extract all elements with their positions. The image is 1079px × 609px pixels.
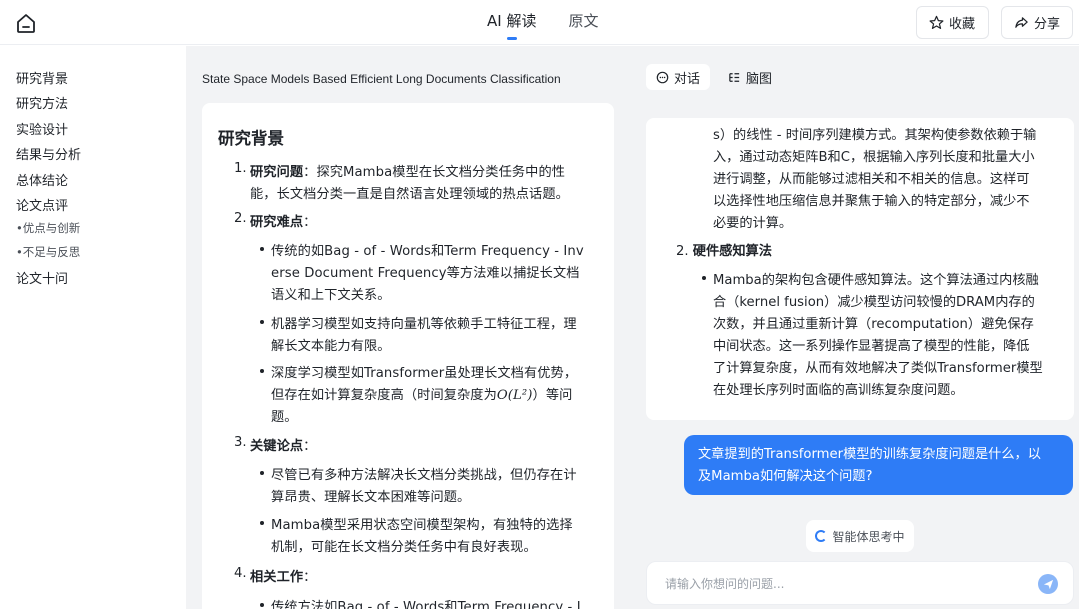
interpretation-card: 研究背景 1. 研究问题：探究Mamba模型在长文档分类任务中的性 能，长文档分… bbox=[202, 103, 614, 609]
outline-item-results[interactable]: 结果与分析 bbox=[16, 144, 81, 163]
text-line: 次数，并且通过重新计算（recomputation）避免保存 bbox=[713, 317, 1034, 332]
list-number: 3. bbox=[234, 435, 247, 450]
text-line: 题。 bbox=[271, 410, 298, 425]
home-icon[interactable] bbox=[15, 12, 37, 34]
thinking-indicator: 智能体思考中 bbox=[806, 520, 914, 552]
list-number: 4. bbox=[234, 566, 247, 581]
bullet-dot bbox=[260, 320, 264, 324]
text-line: 了计算复杂度，从而有效地解决了类似Transformer模型 bbox=[713, 361, 1043, 376]
complexity-formula: O(L²) bbox=[496, 388, 533, 403]
colon: ： bbox=[303, 215, 317, 230]
text-line: 传统方法如Bag - of - Words和Term Frequency - I bbox=[271, 600, 581, 609]
paper-title: State Space Models Based Efficient Long … bbox=[202, 72, 561, 86]
list-item: 关键论点： bbox=[250, 435, 316, 454]
text-line: 以选择性地压缩信息并聚焦于输入的特定部分，减少不 bbox=[713, 194, 1030, 209]
text-line: 必要的计算。 bbox=[713, 216, 793, 231]
tab-dialog-label: 对话 bbox=[674, 71, 701, 87]
colon: ： bbox=[303, 570, 317, 585]
list-number: 1. bbox=[234, 161, 247, 176]
list-item: 相关工作： bbox=[250, 566, 316, 585]
heading-number: 2. bbox=[676, 244, 689, 259]
item-heading: 相关工作 bbox=[250, 570, 304, 585]
tab-original[interactable]: 原文 bbox=[568, 10, 598, 38]
tab-ai-interpretation[interactable]: AI 解读 bbox=[487, 10, 536, 40]
item-text: 探究Mamba模型在长文档分类任务中的性 bbox=[316, 165, 566, 180]
text-line: 进行调整，从而能够过滤相关和不相关的信息。这样可 bbox=[713, 172, 1030, 187]
text-line: 在处理长序列时面临的高训练复杂度问题。 bbox=[713, 383, 964, 398]
star-icon bbox=[929, 15, 944, 30]
list-item: 研究问题：探究Mamba模型在长文档分类任务中的性 bbox=[250, 161, 565, 180]
item-heading: 研究问题 bbox=[250, 165, 304, 180]
tab-dialog[interactable]: 对话 bbox=[646, 64, 711, 90]
ai-answer-card: s）的线性 - 时间序列建模方式。其架构使参数依赖于输 入，通过动态矩阵B和C，… bbox=[646, 118, 1074, 420]
text-line: 中间状态。这一系列操作显著提高了模型的性能，降低 bbox=[713, 339, 1030, 354]
list-number: 2. bbox=[234, 211, 247, 226]
favorite-button[interactable]: 收藏 bbox=[916, 6, 989, 39]
question-input-box bbox=[646, 561, 1074, 605]
tab-mindmap-label: 脑图 bbox=[746, 71, 773, 87]
tab-mindmap[interactable]: 脑图 bbox=[718, 64, 782, 90]
item-heading: 关键论点 bbox=[250, 439, 304, 454]
outline-sidebar: 研究背景 研究方法 实验设计 结果与分析 总体结论 论文点评 •优点与创新 •不… bbox=[0, 46, 186, 609]
outline-subitem-strengths[interactable]: •优点与创新 bbox=[16, 220, 80, 236]
text-segment: 但存在如计算复杂度高（时间复杂度为 bbox=[271, 388, 497, 403]
list-item: 研究难点： bbox=[250, 211, 316, 230]
question-line: 文章提到的Transformer模型的训练复杂度问题是什么，以 bbox=[698, 447, 1041, 462]
top-bar: AI 解读 原文 收藏 分享 bbox=[0, 0, 1079, 45]
text-line: 深度学习模型如Transformer虽处理长文档有优势， bbox=[271, 366, 578, 381]
outline-item-background[interactable]: 研究背景 bbox=[16, 68, 68, 87]
bullet-dot bbox=[260, 521, 264, 525]
colon: ： bbox=[303, 439, 317, 454]
text-line: 传统的如Bag - of - Words和Term Frequency - In… bbox=[271, 244, 584, 259]
bullet-dot bbox=[260, 471, 264, 475]
outline-subitem-weaknesses[interactable]: •不足与反思 bbox=[16, 244, 80, 260]
text-line: 合（kernel fusion）减少模型访问较慢的DRAM内存的 bbox=[713, 295, 1035, 310]
spinner-icon bbox=[815, 530, 828, 542]
section-title: 研究背景 bbox=[218, 129, 284, 148]
send-icon bbox=[1043, 579, 1053, 589]
mindmap-icon bbox=[729, 72, 740, 82]
favorite-label: 收藏 bbox=[949, 17, 976, 32]
share-label: 分享 bbox=[1034, 17, 1061, 32]
text-line: 能，长文档分类一直是自然语言处理领域的热点话题。 bbox=[250, 187, 569, 202]
text-line: 但存在如计算复杂度高（时间复杂度为O(L²)）等问 bbox=[271, 384, 572, 403]
share-icon bbox=[1015, 17, 1028, 28]
outline-item-review[interactable]: 论文点评 bbox=[16, 195, 68, 214]
content-panel: State Space Models Based Efficient Long … bbox=[186, 46, 630, 609]
text-line: 机制，可能在长文档分类任务中有良好表现。 bbox=[271, 540, 537, 555]
outline-item-conclusion[interactable]: 总体结论 bbox=[16, 170, 68, 189]
text-segment: ）等问 bbox=[532, 388, 573, 403]
bullet-dot bbox=[702, 276, 706, 280]
share-button[interactable]: 分享 bbox=[1001, 6, 1073, 39]
bullet-dot bbox=[260, 247, 264, 251]
question-line: 及Mamba如何解决这个问题? bbox=[698, 469, 873, 484]
text-line: 算昂贵、理解长文本困难等问题。 bbox=[271, 490, 471, 505]
item-heading: 研究难点 bbox=[250, 215, 304, 230]
thinking-label: 智能体思考中 bbox=[832, 529, 905, 544]
heading-text: 硬件感知算法 bbox=[692, 244, 772, 259]
text-line: 解长文本能力有限。 bbox=[271, 339, 391, 354]
outline-item-experiment[interactable]: 实验设计 bbox=[16, 119, 68, 138]
colon: ： bbox=[303, 165, 317, 180]
text-line: s）的线性 - 时间序列建模方式。其架构使参数依赖于输 bbox=[713, 128, 1037, 143]
bullet-dot bbox=[260, 369, 264, 373]
text-line: 尽管已有多种方法解决长文档分类挑战，但仍存在计 bbox=[271, 468, 577, 483]
text-line: erse Document Frequency等方法难以捕捉长文档 bbox=[271, 266, 580, 281]
text-line: 语义和上下文关系。 bbox=[271, 288, 391, 303]
text-line: 入，通过动态矩阵B和C，根据输入序列长度和批量大小 bbox=[713, 150, 1035, 165]
text-line: Mamba模型采用状态空间模型架构，有独特的选择 bbox=[271, 518, 573, 533]
answer-heading: 2. 硬件感知算法 bbox=[676, 240, 772, 259]
question-input[interactable] bbox=[665, 574, 1015, 594]
view-tabs: AI 解读 原文 bbox=[487, 10, 598, 40]
bullet-dot bbox=[260, 603, 264, 607]
send-button[interactable] bbox=[1038, 574, 1058, 594]
outline-item-method[interactable]: 研究方法 bbox=[16, 93, 68, 112]
user-question-bubble: 文章提到的Transformer模型的训练复杂度问题是什么，以 及Mamba如何… bbox=[684, 435, 1073, 495]
chat-panel: 对话 脑图 s）的线性 - 时间序列建模方式。其架构使参数依赖于输 入，通过动态… bbox=[630, 46, 1079, 609]
text-line: Mamba的架构包含硬件感知算法。这个算法通过内核融 bbox=[713, 273, 1039, 288]
text-line: 机器学习模型如支持向量机等依赖手工特征工程，理 bbox=[271, 317, 577, 332]
outline-item-ten-questions[interactable]: 论文十问 bbox=[16, 268, 68, 287]
chat-icon bbox=[656, 71, 669, 83]
chat-tabs: 对话 脑图 bbox=[646, 64, 782, 90]
